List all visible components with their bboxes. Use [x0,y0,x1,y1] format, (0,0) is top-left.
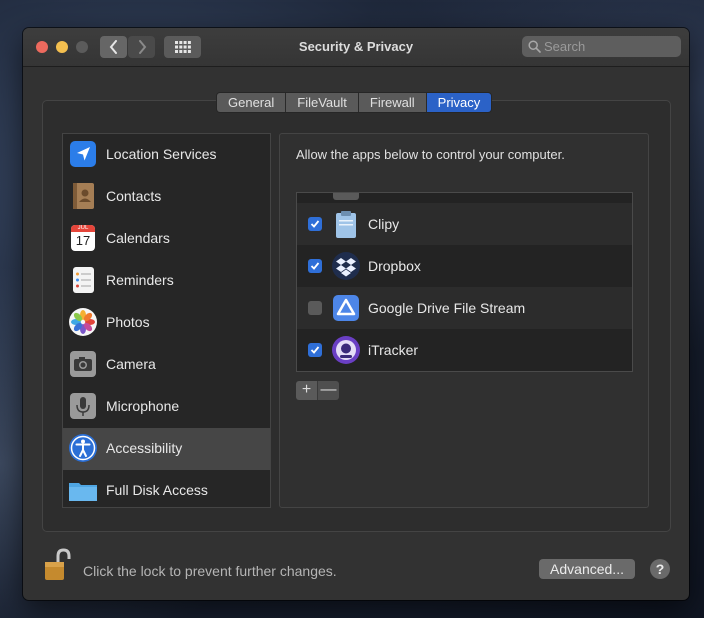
list-item-clipy[interactable]: Clipy [297,203,632,245]
dropbox-icon [332,252,360,280]
sidebar-item-camera[interactable]: Camera [63,344,270,386]
app-name: Clipy [368,216,400,232]
tab-privacy[interactable]: Privacy [426,93,492,112]
calendar-icon: JUL 17 [71,225,95,251]
checkmark-icon [310,220,320,228]
calendar-month: JUL [71,225,95,232]
list-item-partial [297,193,632,203]
pane-description: Allow the apps below to control your com… [296,147,565,162]
allow-checkbox[interactable] [308,301,322,315]
list-item-dropbox[interactable]: Dropbox [297,245,632,287]
search-input[interactable] [544,38,674,55]
sidebar-item-label: Full Disk Access [106,482,208,498]
folder-icon [69,483,97,501]
tab-filevault[interactable]: FileVault [286,93,359,112]
app-name: iTracker [368,342,419,358]
app-name: Dropbox [368,258,421,274]
add-app-button[interactable]: + [296,381,318,400]
clipy-clipboard-icon [336,211,356,238]
app-icon [333,193,359,200]
privacy-category-list: Location Services Contacts JUL 17 Calend… [62,133,271,508]
checkmark-icon [310,346,320,354]
search-field[interactable] [522,36,681,57]
sidebar-item-reminders[interactable]: Reminders [63,260,270,302]
microphone-icon [70,393,96,419]
add-remove-control: + — [296,381,339,400]
sidebar-item-contacts[interactable]: Contacts [63,176,270,218]
calendar-day: 17 [75,233,91,248]
accessibility-icon [69,434,97,462]
privacy-detail-pane: Allow the apps below to control your com… [279,133,649,508]
sidebar-item-label: Location Services [106,146,217,162]
sidebar-item-photos[interactable]: Photos [63,302,270,344]
sidebar-item-microphone[interactable]: Microphone [63,386,270,428]
sidebar-item-accessibility[interactable]: Accessibility [63,428,270,470]
contacts-book-icon [73,183,94,209]
location-arrow-icon [70,141,96,167]
app-list: Clipy Dropbox Google Drive File Stream i… [296,192,633,372]
itracker-icon [332,336,360,364]
sidebar-item-label: Accessibility [106,440,183,456]
sidebar-item-location-services[interactable]: Location Services [63,134,270,176]
allow-checkbox[interactable] [308,217,322,231]
sidebar-item-calendars[interactable]: JUL 17 Calendars [63,218,270,260]
sidebar-item-label: Contacts [106,188,162,204]
sidebar-item-full-disk-access[interactable]: Full Disk Access [63,470,270,507]
allow-checkbox[interactable] [308,259,322,273]
tab-bar: General FileVault Firewall Privacy [216,92,493,113]
google-drive-icon [333,295,359,321]
sidebar-item-label: Reminders [106,272,174,288]
tab-general[interactable]: General [217,93,287,112]
remove-app-button[interactable]: — [318,381,339,400]
unlocked-padlock-icon[interactable] [43,548,71,582]
sidebar-item-label: Calendars [106,230,170,246]
search-icon [528,40,541,53]
titlebar: Security & Privacy [23,28,689,67]
list-item-google-drive-file-stream[interactable]: Google Drive File Stream [297,287,632,329]
allow-checkbox[interactable] [308,343,322,357]
advanced-button[interactable]: Advanced... [539,559,635,579]
help-button[interactable]: ? [650,559,670,579]
sidebar-item-label: Microphone [106,398,180,414]
camera-icon [70,351,96,377]
list-item-itracker[interactable]: iTracker [297,329,632,371]
reminders-list-icon [73,267,94,293]
tab-firewall[interactable]: Firewall [358,93,427,112]
sidebar-item-label: Photos [106,314,150,330]
app-name: Google Drive File Stream [368,300,526,316]
preferences-window: Security & Privacy General FileVault Fir… [23,28,689,600]
photos-flower-icon [69,308,97,336]
lock-status-text: Click the lock to prevent further change… [83,563,337,579]
sidebar-item-label: Camera [106,356,156,372]
checkmark-icon [310,262,320,270]
